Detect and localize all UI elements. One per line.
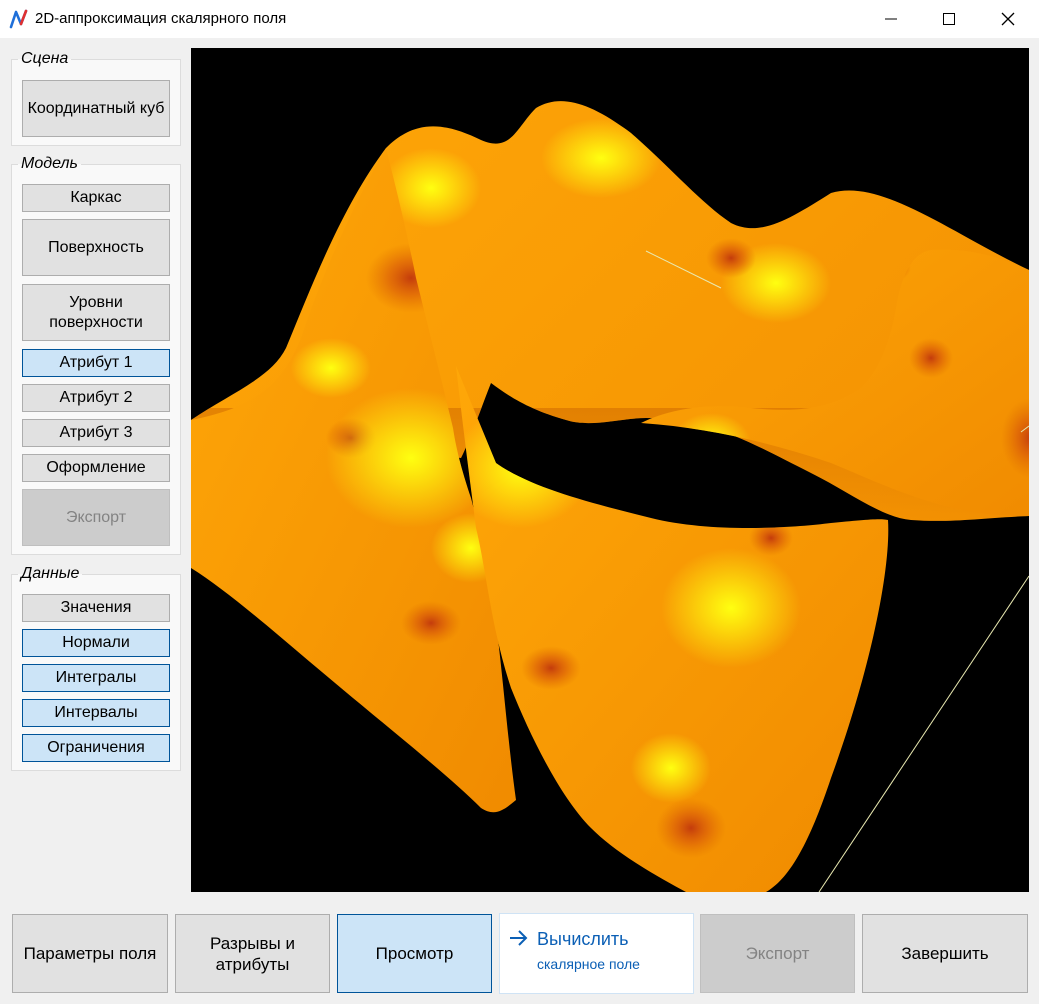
- normals-button[interactable]: Нормали: [22, 629, 170, 657]
- attribute-2-button[interactable]: Атрибут 2: [22, 384, 170, 412]
- export-button[interactable]: Экспорт: [700, 914, 855, 993]
- arrow-right-icon: [510, 930, 528, 946]
- coordinate-cube-button[interactable]: Координатный куб: [22, 80, 170, 137]
- wireframe-button[interactable]: Каркас: [22, 184, 170, 212]
- surface-button[interactable]: Поверхность: [22, 219, 170, 276]
- minimize-icon: [885, 18, 897, 20]
- compute-command-link[interactable]: Вычислить скалярное поле: [499, 913, 694, 994]
- minimize-button[interactable]: [862, 0, 920, 38]
- integrals-button[interactable]: Интегралы: [22, 664, 170, 692]
- values-button[interactable]: Значения: [22, 594, 170, 622]
- title-bar: 2D-аппроксимация скалярного поля: [0, 0, 1039, 38]
- surface-levels-button[interactable]: Уровни поверхности: [22, 284, 170, 341]
- maximize-button[interactable]: [920, 0, 978, 38]
- app-logo-icon: [9, 9, 28, 29]
- surface-render: [191, 101, 1029, 892]
- compute-label: Вычислить: [537, 929, 629, 949]
- attribute-1-button[interactable]: Атрибут 1: [22, 349, 170, 377]
- compute-note: скалярное поле: [537, 956, 640, 972]
- attribute-3-button[interactable]: Атрибут 3: [22, 419, 170, 447]
- preview-button[interactable]: Просмотр: [337, 914, 492, 993]
- window-title: 2D-аппроксимация скалярного поля: [35, 10, 287, 27]
- breaks-attributes-button[interactable]: Разрывы и атрибуты: [175, 914, 330, 993]
- finish-button[interactable]: Завершить: [862, 914, 1028, 993]
- close-button[interactable]: [979, 0, 1037, 38]
- scene-group-legend: Сцена: [21, 50, 69, 67]
- maximize-icon: [943, 13, 955, 25]
- model-group-legend: Модель: [21, 155, 78, 172]
- 3d-viewport[interactable]: [191, 48, 1029, 892]
- model-export-button[interactable]: Экспорт: [22, 489, 170, 546]
- close-icon: [1001, 12, 1015, 26]
- styling-button[interactable]: Оформление: [22, 454, 170, 482]
- field-parameters-button[interactable]: Параметры поля: [12, 914, 168, 993]
- intervals-button[interactable]: Интервалы: [22, 699, 170, 727]
- data-group-legend: Данные: [21, 565, 80, 582]
- constraints-button[interactable]: Ограничения: [22, 734, 170, 762]
